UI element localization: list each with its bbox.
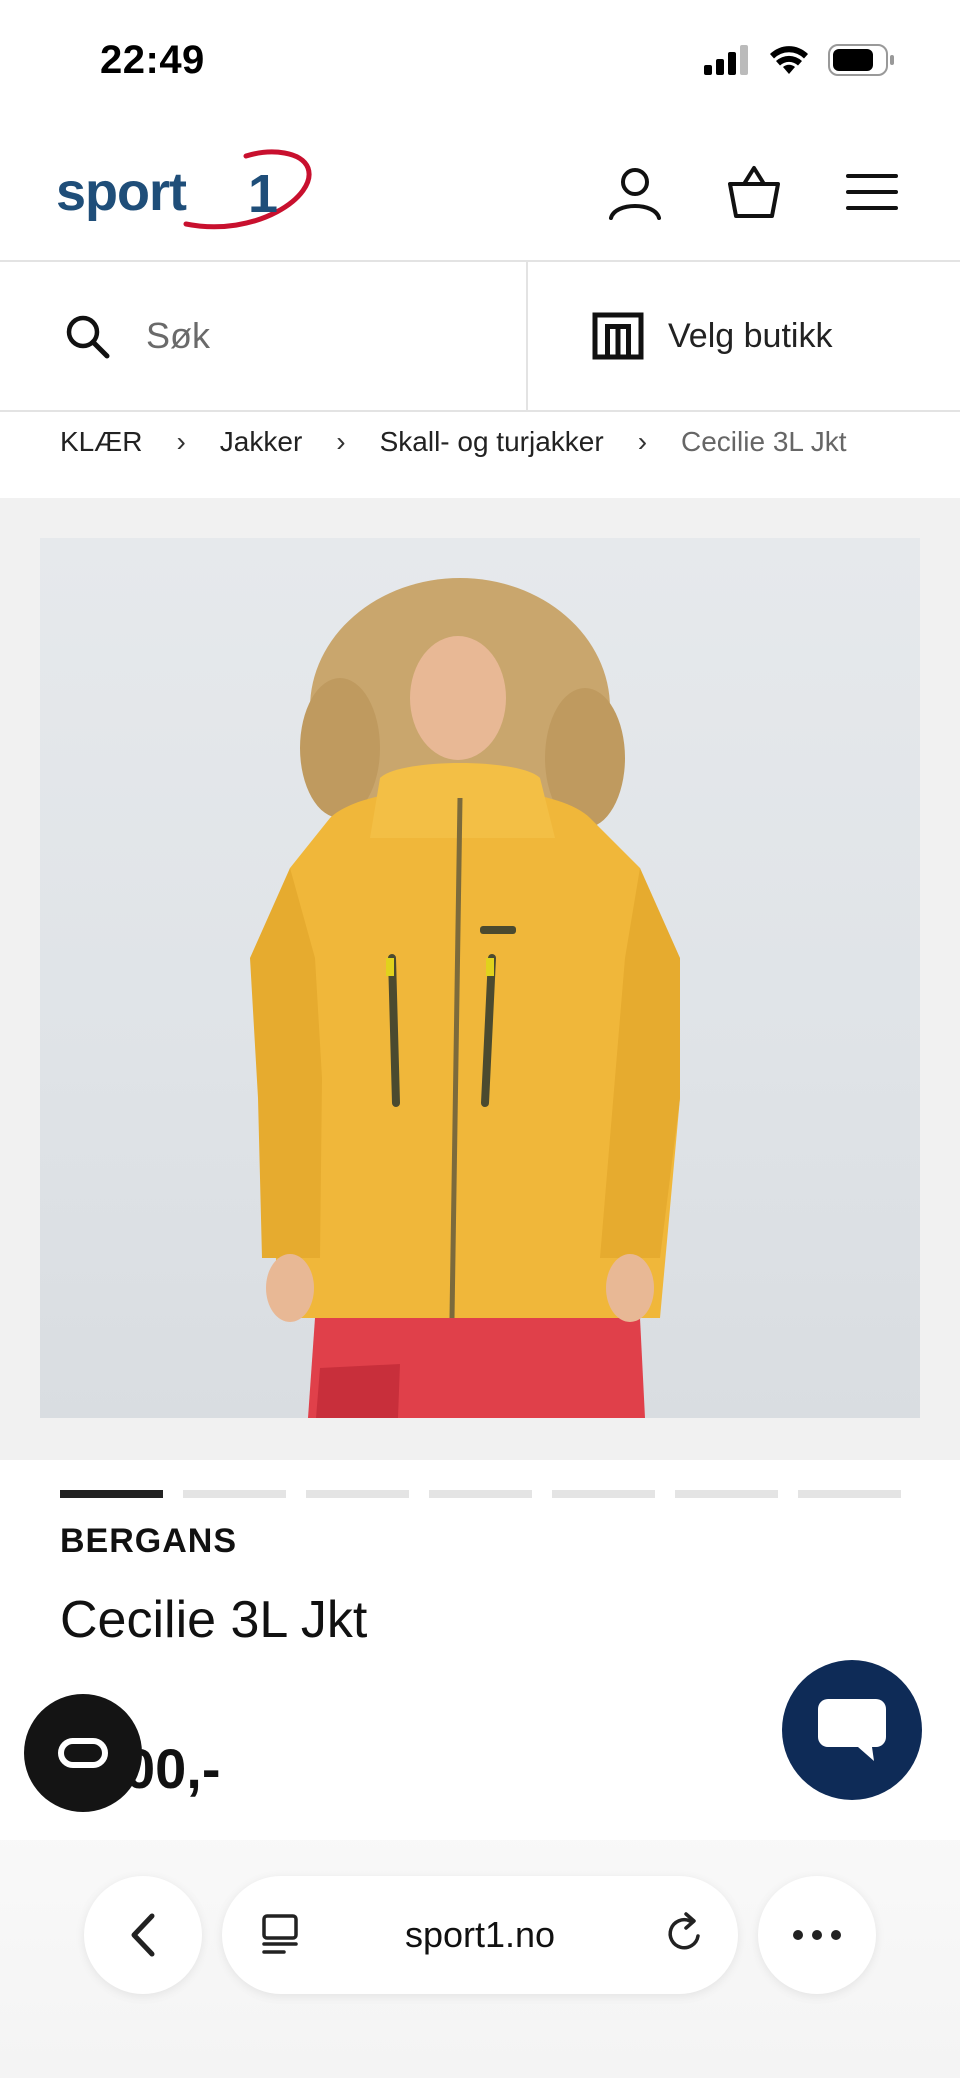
- more-options-button[interactable]: [758, 1876, 876, 1994]
- product-photo-illustration: [250, 578, 680, 1418]
- logo-graphic: sport 1: [56, 149, 312, 230]
- breadcrumb-item-current: Cecilie 3L Jkt: [681, 426, 847, 457]
- chevron-right-icon: ›: [637, 426, 648, 457]
- gallery-dot-1[interactable]: [60, 1490, 163, 1498]
- cellular-signal-icon: [704, 45, 748, 75]
- breadcrumb-item-klaer[interactable]: KLÆR: [60, 426, 142, 458]
- ellipsis-icon: [793, 1930, 841, 1940]
- product-image[interactable]: [40, 538, 920, 1418]
- svg-text:1: 1: [248, 164, 278, 224]
- store-icon: [592, 312, 644, 360]
- menu-icon[interactable]: [840, 160, 904, 224]
- address-bar[interactable]: sport1.no: [222, 1876, 738, 1994]
- gallery-dot-4[interactable]: [429, 1490, 532, 1498]
- select-store-button[interactable]: Velg butikk: [528, 262, 960, 410]
- gallery-pagination: [60, 1490, 901, 1498]
- chevron-right-icon: ›: [176, 426, 186, 457]
- breadcrumb: KLÆR › Jakker › Skall- og turjakker › Ce…: [60, 412, 847, 472]
- gallery-dot-2[interactable]: [183, 1490, 286, 1498]
- chat-button[interactable]: [782, 1660, 922, 1800]
- sport1-logo[interactable]: sport 1: [56, 146, 316, 246]
- basket-icon[interactable]: [722, 160, 786, 224]
- chevron-left-icon: [131, 1913, 155, 1957]
- back-button[interactable]: [84, 1876, 202, 1994]
- product-gallery[interactable]: [0, 498, 960, 1460]
- status-time: 22:49: [100, 38, 205, 82]
- product-brand[interactable]: BERGANS: [60, 1522, 237, 1561]
- user-icon[interactable]: [603, 160, 667, 224]
- breadcrumb-item-skall-og-turjakker[interactable]: Skall- og turjakker: [380, 426, 604, 458]
- chevron-right-icon: ›: [336, 426, 346, 457]
- product-title: Cecilie 3L Jkt: [60, 1591, 368, 1649]
- battery-icon: [828, 44, 894, 76]
- gallery-dot-6[interactable]: [675, 1490, 778, 1498]
- svg-text:sport: sport: [56, 162, 187, 222]
- gallery-dot-3[interactable]: [306, 1490, 409, 1498]
- chat-bubble-icon: [818, 1699, 886, 1761]
- browser-toolbar: sport1.no: [0, 1840, 960, 2078]
- search-input[interactable]: [146, 315, 486, 357]
- reload-icon[interactable]: [662, 1912, 706, 1956]
- link-loop-icon: [58, 1738, 108, 1768]
- url-text: sport1.no: [404, 1914, 556, 1955]
- search-box[interactable]: [0, 262, 528, 410]
- gallery-dot-7[interactable]: [798, 1490, 901, 1498]
- status-icons: [704, 44, 896, 76]
- select-store-label: Velg butikk: [668, 316, 833, 355]
- gallery-dot-5[interactable]: [552, 1490, 655, 1498]
- accessibility-button[interactable]: [24, 1694, 142, 1812]
- search-row: Velg butikk: [0, 262, 960, 412]
- breadcrumb-item-jakker[interactable]: Jakker: [220, 426, 302, 458]
- search-icon[interactable]: [64, 313, 110, 359]
- site-header: sport 1: [0, 130, 960, 262]
- wifi-icon: [770, 46, 808, 74]
- status-bar: 22:49: [0, 0, 960, 120]
